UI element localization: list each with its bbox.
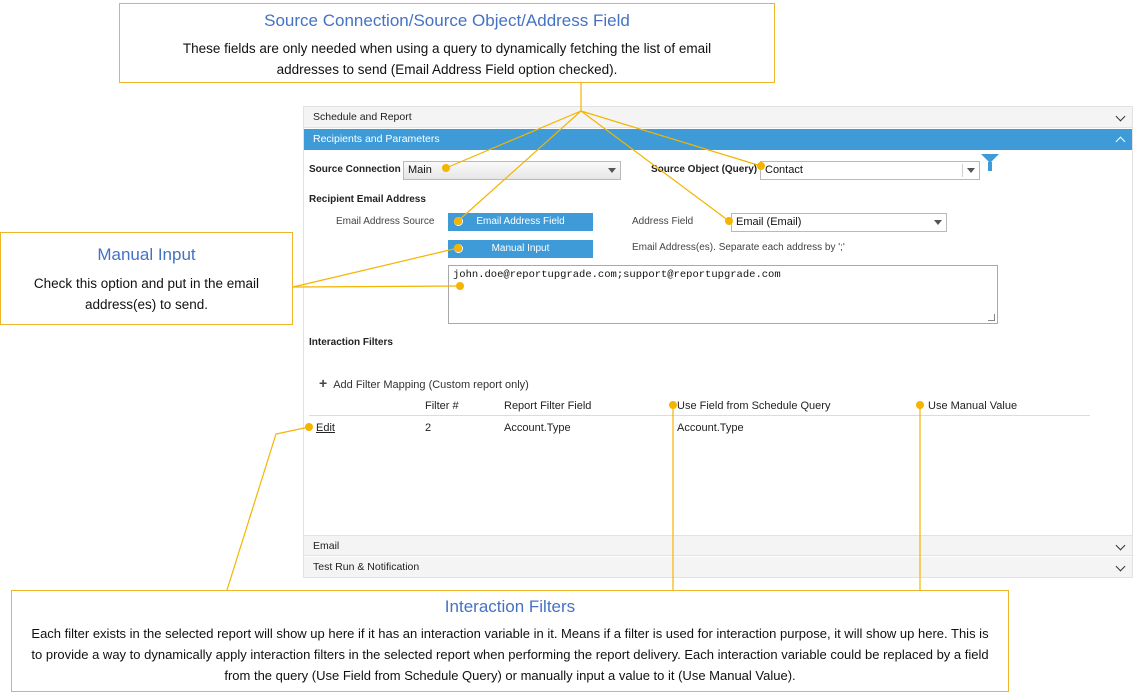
filters-callout-title: Interaction Filters xyxy=(444,597,576,616)
plus-icon: + xyxy=(319,375,328,391)
source-connection-dropdown[interactable]: Main xyxy=(403,161,621,180)
dropdown-separator xyxy=(962,164,963,177)
filter-number-cell: 2 xyxy=(425,422,432,434)
pin-email-address-field xyxy=(454,217,462,225)
section-email-label: Email xyxy=(313,540,340,552)
dropdown-arrow-icon xyxy=(967,168,975,173)
section-schedule-and-report[interactable]: Schedule and Report xyxy=(304,107,1132,128)
address-field-dropdown[interactable]: Email (Email) xyxy=(731,213,947,232)
address-field-label: Address Field xyxy=(632,216,694,227)
pin-manual-addresses xyxy=(456,282,464,290)
email-address-source-label: Email Address Source xyxy=(336,216,435,227)
section-test-run-label: Test Run & Notification xyxy=(313,561,420,573)
resize-grip-icon[interactable] xyxy=(988,314,995,321)
dropdown-arrow-icon xyxy=(608,168,616,173)
source-connection-value: Main xyxy=(408,164,432,176)
pin-manual-input xyxy=(454,244,462,252)
pin-edit-filter xyxy=(305,423,313,431)
filters-callout-body: Each filter exists in the selected repor… xyxy=(31,626,989,683)
add-filter-mapping-button[interactable]: + Add Filter Mapping (Custom report only) xyxy=(319,375,529,391)
interaction-filters-heading: Interaction Filters xyxy=(309,337,393,348)
add-filter-mapping-label: Add Filter Mapping (Custom report only) xyxy=(333,379,529,391)
manual-input-option-label: Manual Input xyxy=(491,243,550,254)
manual-email-addresses-input[interactable]: john.doe@reportupgrade.com;support@repor… xyxy=(448,265,998,324)
source-callout-body: These fields are only needed when using … xyxy=(182,41,712,77)
section-recipients-label: Recipients and Parameters xyxy=(313,133,440,145)
chevron-down-icon xyxy=(1115,111,1126,122)
pin-source-connection xyxy=(442,164,450,172)
manual-callout-title: Manual Input xyxy=(97,245,196,264)
chevron-down-icon xyxy=(1115,561,1126,572)
manual-callout-body: Check this option and put in the email a… xyxy=(33,276,260,312)
column-use-manual-value: Use Manual Value xyxy=(928,400,1018,412)
chevron-up-icon xyxy=(1115,136,1126,147)
source-callout-title: Source Connection/Source Object/Address … xyxy=(264,11,630,30)
filter-funnel-icon[interactable] xyxy=(981,154,999,171)
section-test-run-and-notification[interactable]: Test Run & Notification xyxy=(304,557,1132,578)
manual-input-option[interactable]: Manual Input xyxy=(448,240,593,258)
section-recipients-and-parameters[interactable]: Recipients and Parameters xyxy=(304,129,1132,150)
source-connection-label: Source Connection xyxy=(309,164,401,175)
pin-source-object xyxy=(757,162,765,170)
manual-address-hint: Email Address(es). Separate each address… xyxy=(632,242,845,253)
edit-filter-link[interactable]: Edit xyxy=(316,422,335,434)
schedule-settings-panel: Schedule and Report Recipients and Param… xyxy=(303,106,1133,578)
source-object-label: Source Object (Query) xyxy=(651,164,758,175)
section-schedule-label: Schedule and Report xyxy=(313,111,412,123)
section-email[interactable]: Email xyxy=(304,535,1132,556)
address-field-value: Email (Email) xyxy=(736,216,802,228)
email-address-field-option[interactable]: Email Address Field xyxy=(448,213,593,231)
interaction-filters-callout: Interaction Filters Each filter exists i… xyxy=(11,590,1009,692)
pin-use-manual-column xyxy=(916,401,924,409)
column-report-filter-field: Report Filter Field xyxy=(504,400,592,412)
column-filter-number: Filter # xyxy=(425,400,459,412)
source-object-dropdown[interactable]: Contact xyxy=(760,161,980,180)
pin-use-field-column xyxy=(669,401,677,409)
column-use-field-from-schedule-query: Use Field from Schedule Query xyxy=(677,400,831,412)
report-filter-field-cell: Account.Type xyxy=(504,422,571,434)
chevron-down-icon xyxy=(1115,540,1126,551)
dropdown-arrow-icon xyxy=(934,220,942,225)
manual-input-callout: Manual Input Check this option and put i… xyxy=(0,232,293,325)
source-object-value: Contact xyxy=(765,164,803,176)
manual-email-addresses-value: john.doe@reportupgrade.com;support@repor… xyxy=(453,269,781,281)
recipient-email-heading: Recipient Email Address xyxy=(309,194,426,205)
table-header-divider xyxy=(309,415,1090,416)
source-fields-callout: Source Connection/Source Object/Address … xyxy=(119,3,775,83)
pin-address-field xyxy=(725,217,733,225)
email-address-field-option-label: Email Address Field xyxy=(476,216,565,227)
schedule-query-field-cell: Account.Type xyxy=(677,422,744,434)
